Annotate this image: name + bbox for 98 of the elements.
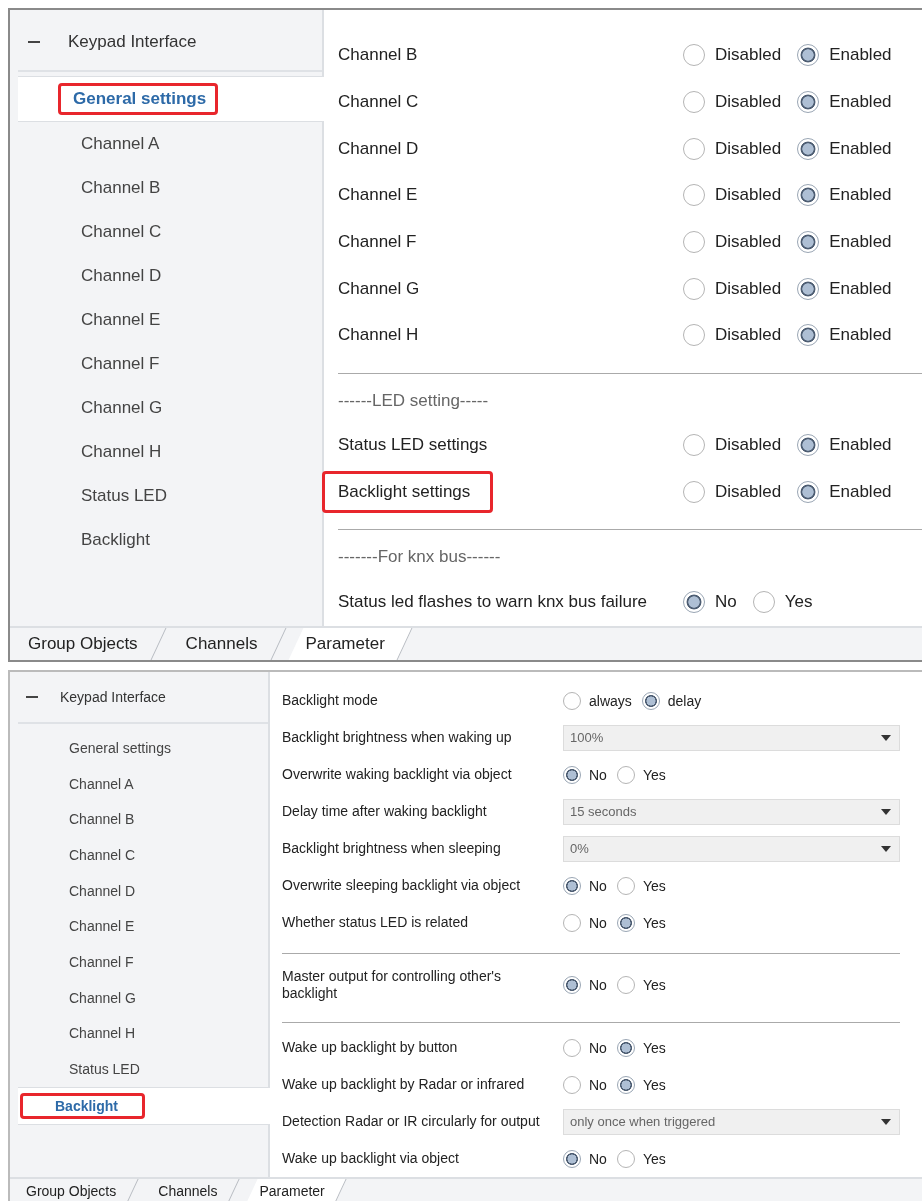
radio-option[interactable]: No xyxy=(563,913,607,932)
radio-option[interactable]: No xyxy=(563,976,607,994)
radio-option[interactable]: Disabled xyxy=(683,184,782,207)
setting-label: Channel B xyxy=(337,44,419,67)
radio-option[interactable]: Disabled xyxy=(683,137,782,160)
radio-option[interactable]: Disabled xyxy=(683,324,782,347)
sidebar-item[interactable]: Channel B xyxy=(60,805,144,834)
dropdown[interactable]: only once when triggered xyxy=(563,1108,900,1135)
radio-option[interactable]: Disabled xyxy=(683,277,782,300)
setting-label: Backlight brightness when sleeping xyxy=(281,839,502,859)
radio-option[interactable]: Enabled xyxy=(797,324,892,347)
setting-label: Channel C xyxy=(337,91,420,114)
caret-icon xyxy=(881,808,891,815)
sidebar-item[interactable]: Channel A xyxy=(72,128,169,160)
sidebar-item[interactable]: Channel E xyxy=(60,912,144,941)
radio-option[interactable]: Disabled xyxy=(683,91,782,114)
sidebar-item[interactable]: Channel G xyxy=(72,392,172,424)
radio-option[interactable]: Yes xyxy=(616,1038,666,1057)
radio-option[interactable]: Enabled xyxy=(797,231,892,254)
sidebar-item[interactable]: Channel D xyxy=(72,260,171,292)
caret-icon xyxy=(881,734,891,741)
sidebar-item[interactable]: Channel H xyxy=(60,1019,145,1048)
sidebar-item[interactable]: Channel H xyxy=(72,436,171,468)
sidebar-item[interactable]: Backlight xyxy=(20,1092,145,1119)
sidebar-item[interactable]: Channel B xyxy=(72,172,170,204)
tab[interactable]: Channels xyxy=(167,628,288,660)
radio-option[interactable]: Enabled xyxy=(797,137,892,160)
radio-option[interactable]: Enabled xyxy=(797,434,892,457)
radio-option[interactable]: Yes xyxy=(752,590,813,613)
radio-option[interactable]: Enabled xyxy=(797,44,892,67)
sidebar-item[interactable]: Channel C xyxy=(60,840,145,869)
sidebar-item[interactable]: Channel F xyxy=(72,348,169,380)
setting-label: Wake up backlight via object xyxy=(281,1149,460,1169)
setting-label: Delay time after waking backlight xyxy=(281,802,488,822)
radio-option[interactable]: Enabled xyxy=(797,277,892,300)
radio-option[interactable]: Yes xyxy=(616,1149,666,1168)
section-heading: -------For knx bus------ xyxy=(338,547,501,568)
radio-option[interactable]: Disabled xyxy=(683,44,782,67)
sidebar-item[interactable]: Channel D xyxy=(60,876,145,905)
setting-label: Wake up backlight by button xyxy=(281,1038,459,1058)
sidebar-item[interactable]: Channel C xyxy=(72,216,171,248)
setting-label: Detection Radar or IR circularly for output xyxy=(281,1112,541,1132)
radio-option[interactable]: Yes xyxy=(616,876,666,895)
radio-option[interactable]: No xyxy=(563,1149,607,1168)
radio-option[interactable]: Enabled xyxy=(797,480,892,503)
caret-icon xyxy=(881,1118,891,1125)
radio-option[interactable]: delay xyxy=(641,691,702,710)
setting-label: Backlight settings xyxy=(322,470,494,513)
section-heading: ------LED setting----- xyxy=(338,390,489,411)
sidebar-item[interactable]: Channel G xyxy=(60,983,145,1012)
sidebar-item[interactable]: Backlight xyxy=(72,524,159,556)
radio-option[interactable]: No xyxy=(563,765,607,784)
radio-option[interactable]: No xyxy=(563,1075,607,1094)
dropdown[interactable]: 100% xyxy=(563,724,900,751)
setting-label: Backlight brightness when waking up xyxy=(281,728,513,748)
radio-option[interactable]: Disabled xyxy=(683,434,782,457)
tab[interactable]: Parameter xyxy=(243,1179,351,1201)
sidebar-item[interactable]: Channel E xyxy=(72,304,170,336)
setting-label: Channel F xyxy=(337,231,418,254)
setting-label: Backlight mode xyxy=(281,691,379,711)
radio-option[interactable]: Yes xyxy=(616,913,666,932)
radio-option[interactable]: Yes xyxy=(616,1075,666,1094)
radio-option[interactable]: No xyxy=(563,876,607,895)
setting-label: Channel G xyxy=(337,277,421,300)
setting-label: Overwrite waking backlight via object xyxy=(281,765,513,785)
radio-option[interactable]: Yes xyxy=(616,976,666,994)
radio-option[interactable]: Enabled xyxy=(797,184,892,207)
tree-header: Keypad Interface xyxy=(60,689,166,705)
setting-label: Master output for controlling other's backlight xyxy=(281,967,502,1003)
sidebar-item[interactable]: Status LED xyxy=(60,1055,149,1084)
tab[interactable]: Group Objects xyxy=(10,628,168,660)
radio-option[interactable]: Disabled xyxy=(683,231,782,254)
dropdown[interactable]: 0% xyxy=(563,835,900,862)
setting-label: Channel H xyxy=(337,324,420,347)
radio-option[interactable]: always xyxy=(563,691,632,710)
sidebar-item[interactable]: Channel A xyxy=(60,769,143,798)
tab[interactable]: Parameter xyxy=(287,628,415,660)
radio-option[interactable]: No xyxy=(683,590,737,613)
setting-label: Overwrite sleeping backlight via object xyxy=(281,876,522,896)
setting-label: Status led flashes to warn knx bus failure xyxy=(337,590,648,613)
setting-label: Wake up backlight by Radar or infrared xyxy=(281,1075,526,1095)
caret-icon xyxy=(881,845,891,852)
setting-label: Whether status LED is related xyxy=(281,913,469,933)
sidebar-item[interactable]: Channel F xyxy=(60,947,143,976)
tree-header: Keypad Interface xyxy=(68,32,197,52)
dropdown[interactable]: 15 seconds xyxy=(563,798,900,825)
setting-label: Channel D xyxy=(337,137,420,160)
radio-option[interactable]: No xyxy=(563,1038,607,1057)
sidebar-item[interactable]: General settings xyxy=(60,733,180,762)
setting-label: Status LED settings xyxy=(337,434,489,457)
tab[interactable]: Group Objects xyxy=(10,1179,143,1201)
setting-label: Channel E xyxy=(337,184,419,207)
sidebar-item[interactable]: Status LED xyxy=(72,480,176,512)
radio-option[interactable]: Disabled xyxy=(683,480,782,503)
tab[interactable]: Channels xyxy=(142,1179,244,1201)
radio-option[interactable]: Enabled xyxy=(797,91,892,114)
radio-option[interactable]: Yes xyxy=(616,765,666,784)
sidebar-item[interactable]: General settings xyxy=(58,83,219,115)
